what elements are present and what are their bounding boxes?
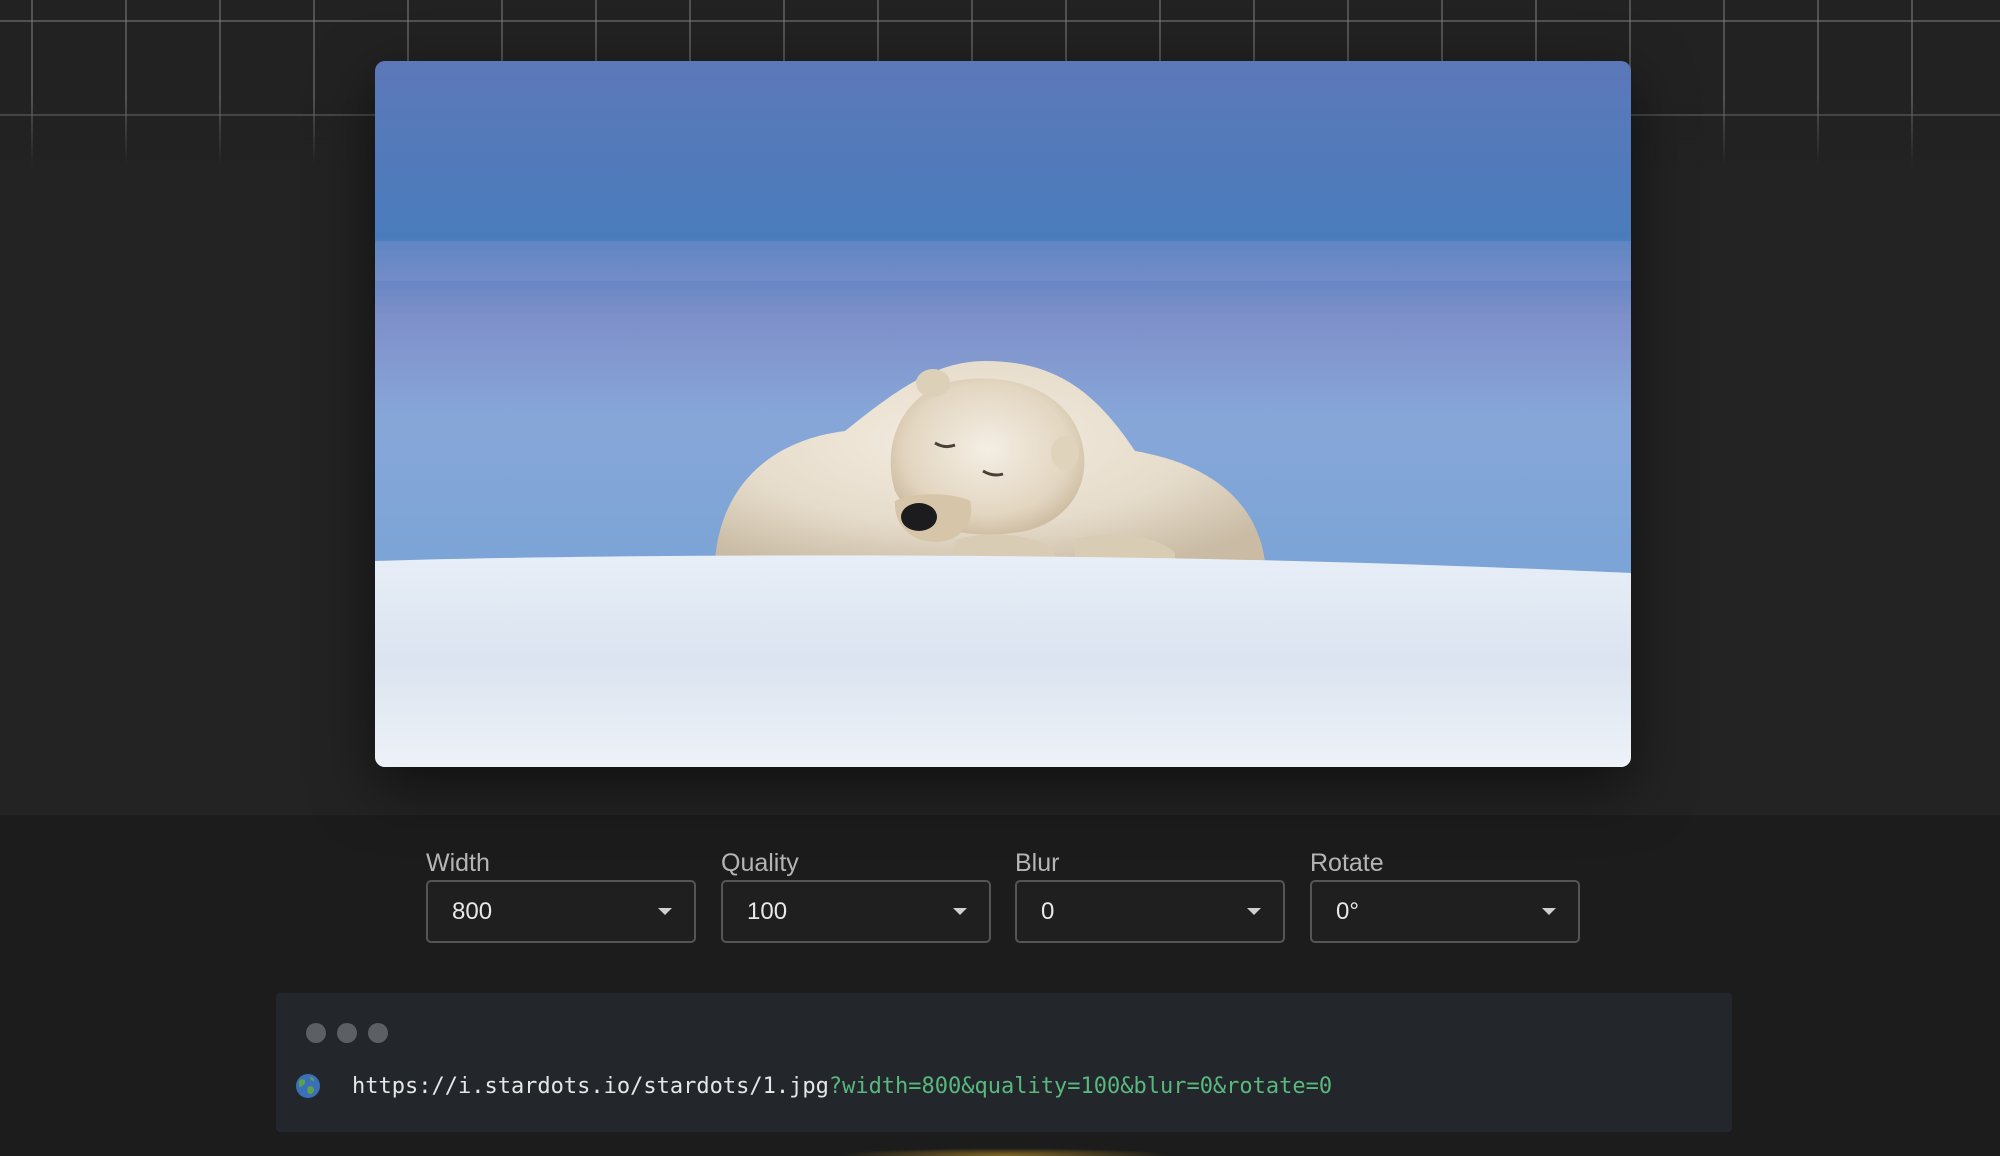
- globe-icon: [296, 1074, 320, 1098]
- chevron-down-icon: [1247, 908, 1261, 915]
- window-dot: [306, 1023, 326, 1043]
- blur-label: Blur: [1015, 849, 1060, 877]
- blur-value: 0: [1041, 897, 1055, 925]
- url-base: https://i.stardots.io/stardots/1.jpg: [352, 1074, 829, 1099]
- quality-value: 100: [747, 897, 788, 925]
- width-select[interactable]: 800: [426, 880, 696, 943]
- page: Width 800 Quality 100 Blur 0 Rotate 0° h…: [0, 0, 2000, 1156]
- quality-control: Quality 100: [721, 846, 991, 943]
- rotate-value: 0°: [1336, 897, 1359, 925]
- polar-bear-image: [375, 61, 1631, 767]
- width-value: 800: [452, 897, 493, 925]
- rotate-control: Rotate 0°: [1310, 846, 1580, 943]
- url-preview-panel: https://i.stardots.io/stardots/1.jpg?wid…: [276, 993, 1732, 1132]
- url-query: ?width=800&quality=100&blur=0&rotate=0: [828, 1074, 1333, 1099]
- image-preview: [375, 61, 1631, 767]
- quality-select[interactable]: 100: [721, 880, 991, 943]
- window-dot: [368, 1023, 388, 1043]
- bottom-glow: [840, 1148, 1170, 1156]
- rotate-select[interactable]: 0°: [1310, 880, 1580, 943]
- chevron-down-icon: [953, 908, 967, 915]
- width-control: Width 800: [426, 846, 696, 943]
- width-label: Width: [426, 849, 490, 877]
- chevron-down-icon: [1542, 908, 1556, 915]
- blur-select[interactable]: 0: [1015, 880, 1285, 943]
- chevron-down-icon: [658, 908, 672, 915]
- rotate-label: Rotate: [1310, 849, 1384, 877]
- window-dots: [306, 1023, 388, 1043]
- quality-label: Quality: [721, 849, 799, 877]
- blur-control: Blur 0: [1015, 846, 1285, 943]
- transform-controls: Width 800 Quality 100 Blur 0 Rotate 0°: [426, 846, 1580, 946]
- window-dot: [337, 1023, 357, 1043]
- image-url[interactable]: https://i.stardots.io/stardots/1.jpg?wid…: [352, 1071, 1332, 1103]
